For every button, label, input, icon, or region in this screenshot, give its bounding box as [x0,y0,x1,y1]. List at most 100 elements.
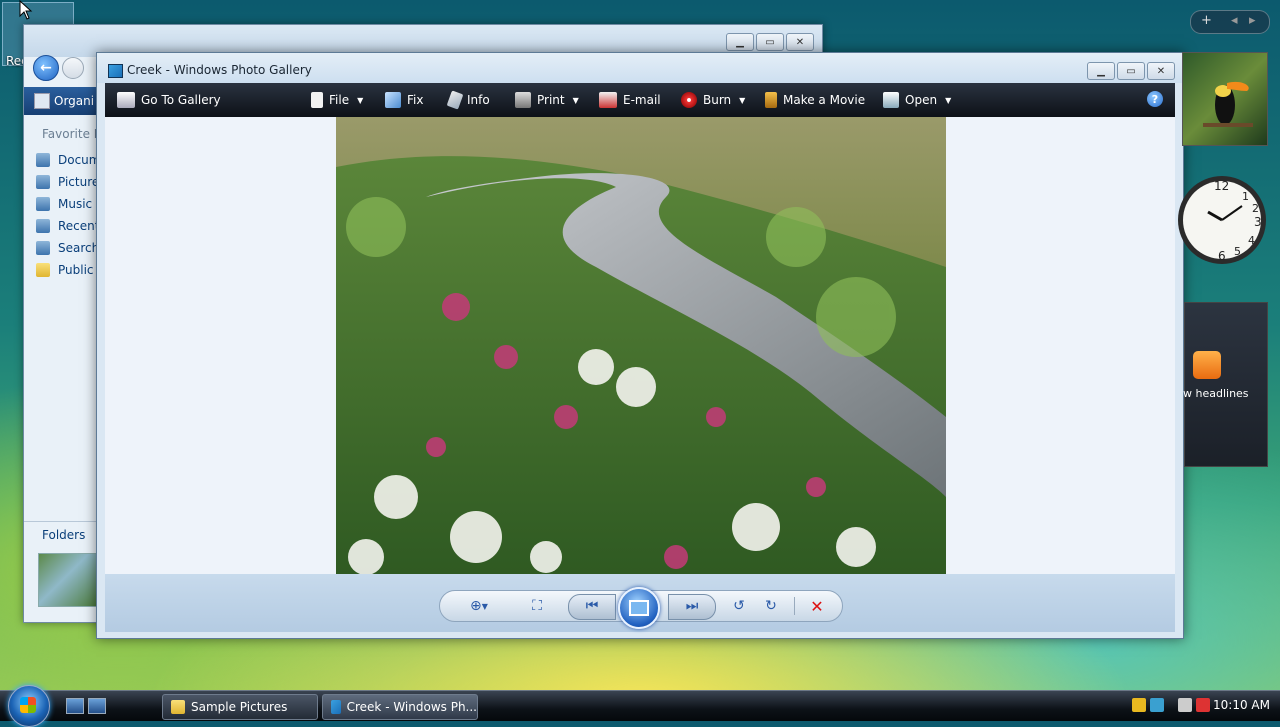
gallery-grid-icon [117,92,135,108]
favorite-link-recent[interactable]: Recent [36,215,100,237]
favorite-links-list: Docum Picture Music Recent Search Public [36,149,100,281]
next-button[interactable]: ⏭ [668,594,716,620]
chevron-down-icon: ▼ [357,95,364,105]
gallery-title-bar[interactable]: Creek - Windows Photo Gallery ▁ ▭ ✕ [97,53,1183,83]
gallery-close-button[interactable]: ✕ [1147,62,1175,80]
rss-feed-icon [1193,351,1221,379]
analog-clock-icon: 12 1 2 3 4 5 6 [1178,176,1266,264]
delete-x-icon: ✕ [810,596,824,616]
sidebar-control-bar: + ◂ ▸ [1190,10,1270,34]
windows-update-icon[interactable] [1150,698,1164,712]
slideshow-button[interactable] [618,587,660,629]
open-window-icon [883,92,899,108]
file-menu[interactable]: File ▼ [311,92,363,108]
open-menu[interactable]: Open ▼ [883,92,951,108]
gallery-toolbar: Go To Gallery File ▼ Fix Info Print ▼ E-ma… [105,83,1175,117]
explorer-close-button[interactable]: ✕ [786,33,814,51]
disc-icon [681,92,697,108]
start-button[interactable] [8,685,50,727]
photo-gallery-icon [331,700,341,714]
rotate-left-icon: ↺ [733,598,745,614]
folders-toggle[interactable]: Folders [24,521,98,546]
back-arrow-icon: ← [40,60,52,76]
recent-icon [36,219,50,233]
previous-page-icon[interactable]: ◂ [1231,13,1238,28]
favorite-link-searches[interactable]: Search [36,237,100,259]
chevron-down-icon: ▼ [739,95,746,105]
actual-size-button[interactable]: ⛶ [526,597,548,615]
photo-gallery-icon [108,64,123,78]
security-shield-icon[interactable] [1132,698,1146,712]
svg-text:2: 2 [1252,202,1259,215]
creek-photo [336,117,946,574]
documents-icon [36,153,50,167]
rotate-right-icon: ↻ [765,598,777,614]
taskbar-button-sample-pictures[interactable]: Sample Pictures [162,694,318,720]
go-to-gallery-button[interactable]: Go To Gallery [117,92,221,108]
make-a-movie-button[interactable]: Make a Movie [765,92,865,108]
organize-label: Organi [54,94,95,108]
chevron-down-icon: ▼ [481,601,488,611]
favorite-link-documents[interactable]: Docum [36,149,100,171]
clock-gadget[interactable]: 12 1 2 3 4 5 6 [1172,160,1266,282]
burn-menu[interactable]: Burn ▼ [681,92,745,108]
explorer-maximize-button[interactable]: ▭ [756,33,784,51]
mouse-cursor-icon [19,0,33,20]
volume-muted-icon[interactable] [1196,698,1210,712]
creek-thumbnail[interactable] [38,553,98,607]
favorite-links-header: Favorite Li [42,127,104,141]
slideshow-gadget[interactable] [1182,52,1268,146]
chevron-down-icon: ▼ [945,95,952,105]
creek-photo-image [336,117,946,574]
gallery-maximize-button[interactable]: ▭ [1117,62,1145,80]
delete-button[interactable]: ✕ [806,596,828,616]
pictures-icon [36,175,50,189]
favorite-link-pictures[interactable]: Picture [36,171,100,193]
controls-divider [794,597,795,615]
fit-window-icon: ⛶ [532,598,542,614]
email-button[interactable]: E-mail [599,92,661,108]
svg-text:4: 4 [1248,234,1255,247]
organize-button[interactable]: Organi [24,87,98,115]
taskbar: Sample Pictures Creek - Windows Ph... 10… [0,685,1280,727]
chevron-down-icon: ▼ [572,95,579,105]
file-icon [311,92,323,108]
next-page-icon[interactable]: ▸ [1249,13,1256,28]
magnifier-icon: ⊕ [470,598,482,614]
feed-headlines-gadget[interactable]: w headlines [1183,302,1268,467]
printer-icon [515,92,531,108]
show-desktop-icon[interactable] [66,698,84,714]
rotate-clockwise-button[interactable]: ↻ [760,597,782,615]
add-gadget-button[interactable]: + [1201,13,1212,28]
fix-button[interactable]: Fix [385,92,423,108]
feed-headlines-label: w headlines [1183,387,1249,400]
print-menu[interactable]: Print ▼ [515,92,579,108]
favorite-link-music[interactable]: Music [36,193,100,215]
svg-text:12: 12 [1214,179,1229,193]
skip-previous-icon: ⏮ [585,598,599,614]
explorer-minimize-button[interactable]: ▁ [726,33,754,51]
switch-windows-icon[interactable] [88,698,106,714]
zoom-button[interactable]: ⊕ ▼ [468,597,490,615]
gallery-title: Creek - Windows Photo Gallery [127,63,312,77]
music-icon [36,197,50,211]
network-icon[interactable] [1178,698,1192,712]
previous-button[interactable]: ⏮ [568,594,616,620]
taskbar-button-photo-gallery[interactable]: Creek - Windows Ph... [322,694,478,720]
info-button[interactable]: Info [446,90,490,110]
search-icon [36,241,50,255]
taskbar-clock[interactable]: 10:10 AM [1213,698,1270,712]
film-icon [765,92,777,108]
organize-icon [34,93,50,109]
gallery-window-controls: ▁ ▭ ✕ [1087,62,1175,80]
photo-viewer[interactable] [105,117,1175,574]
forward-button[interactable] [62,57,84,79]
favorite-link-public[interactable]: Public [36,259,100,281]
rotate-counterclockwise-button[interactable]: ↺ [728,597,750,615]
folder-icon [171,700,185,714]
photo-gallery-window[interactable]: Creek - Windows Photo Gallery ▁ ▭ ✕ Go T… [96,52,1184,639]
help-button[interactable]: ? [1147,91,1163,107]
folder-icon [36,263,50,277]
gallery-minimize-button[interactable]: ▁ [1087,62,1115,80]
back-button[interactable]: ← [33,55,59,81]
